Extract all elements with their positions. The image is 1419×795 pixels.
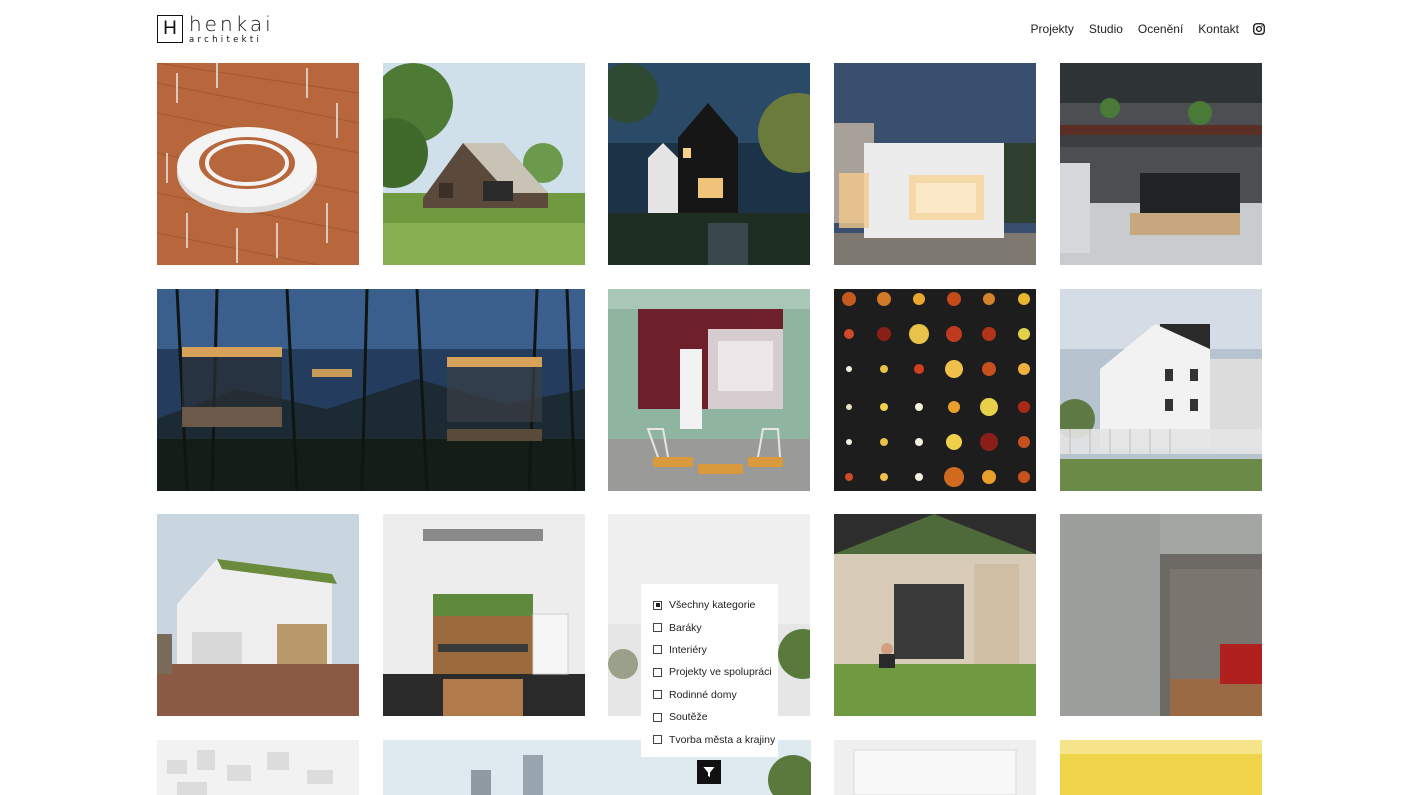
category-filter-menu: Všechny kategorie Baráky Interiéry Proje… bbox=[641, 584, 778, 757]
project-thumbnail bbox=[383, 514, 585, 716]
logo-mark: H bbox=[157, 15, 183, 43]
project-concrete-interior[interactable] bbox=[1060, 514, 1262, 716]
filter-option-label: Interiéry bbox=[669, 643, 707, 656]
project-green-roof-house[interactable] bbox=[157, 514, 359, 716]
project-colored-lights[interactable] bbox=[834, 289, 1036, 491]
logo-letter: H bbox=[163, 18, 177, 39]
checkbox-checked-mark bbox=[655, 603, 660, 608]
project-white-villa[interactable] bbox=[1060, 289, 1262, 491]
project-black-house-night[interactable] bbox=[608, 63, 810, 265]
project-industrial-interior[interactable] bbox=[1060, 63, 1262, 265]
project-thumbnail bbox=[157, 740, 359, 795]
nav-oceneni[interactable]: Ocenění bbox=[1138, 22, 1183, 36]
checkbox-icon[interactable] bbox=[653, 600, 662, 610]
nav-kontakt[interactable]: Kontakt bbox=[1198, 22, 1239, 36]
site-header: H henkai architekti Projekty Studio Ocen… bbox=[0, 0, 1419, 60]
project-u-dolejsich[interactable] bbox=[608, 289, 810, 491]
project-thumbnail bbox=[608, 289, 810, 491]
filter-option-rodinne-domy[interactable]: Rodinné domy bbox=[641, 684, 778, 706]
project-thumbnail bbox=[157, 514, 359, 716]
filter-option-label: Všechny kategorie bbox=[669, 599, 756, 612]
project-thumbnail bbox=[383, 63, 585, 265]
project-thumbnail bbox=[157, 289, 585, 491]
project-thumbnail bbox=[834, 289, 1036, 491]
logo-wordmark: henkai architekti bbox=[189, 12, 274, 45]
project-thumbnail bbox=[157, 63, 359, 265]
project-thumbnail bbox=[1060, 289, 1262, 491]
filter-option-tvorba-mesta[interactable]: Tvorba města a krajiny bbox=[641, 728, 778, 750]
project-wooden-barn-house[interactable] bbox=[383, 63, 585, 265]
checkbox-icon[interactable] bbox=[653, 623, 662, 633]
checkbox-icon[interactable] bbox=[653, 645, 662, 655]
filter-option-interiery[interactable]: Interiéry bbox=[641, 639, 778, 661]
project-thumbnail bbox=[834, 63, 1036, 265]
filter-option-souteze[interactable]: Soutěže bbox=[641, 706, 778, 728]
filter-option-label: Soutěže bbox=[669, 711, 708, 724]
project-thumbnail bbox=[1060, 740, 1262, 795]
project-white-cube-pavilion[interactable] bbox=[834, 63, 1036, 265]
project-garden-house[interactable] bbox=[834, 514, 1036, 716]
logo[interactable]: H henkai architekti bbox=[157, 12, 274, 45]
project-thumbnail bbox=[608, 63, 810, 265]
filter-option-label: Baráky bbox=[669, 621, 702, 634]
checkbox-icon[interactable] bbox=[653, 735, 662, 745]
project-kitchen-interior[interactable] bbox=[383, 514, 585, 716]
project-ring-pavilion[interactable] bbox=[157, 63, 359, 265]
logo-name: henkai bbox=[189, 12, 274, 36]
project-yellow[interactable] bbox=[1060, 740, 1262, 795]
nav-studio[interactable]: Studio bbox=[1089, 22, 1123, 36]
nav-projekty[interactable]: Projekty bbox=[1031, 22, 1074, 36]
filter-option-label: Rodinné domy bbox=[669, 688, 737, 701]
filter-option-label: Tvorba města a krajiny bbox=[669, 733, 776, 746]
project-thumbnail bbox=[1060, 514, 1262, 716]
project-thumbnail bbox=[834, 514, 1036, 716]
checkbox-icon[interactable] bbox=[653, 712, 662, 722]
project-city-model[interactable] bbox=[157, 740, 359, 795]
project-thumbnail bbox=[1060, 63, 1262, 265]
project-forest-cabins[interactable] bbox=[157, 289, 585, 491]
filter-option-label: Projekty ve spolupráci bbox=[669, 666, 772, 679]
filter-option-spoluprace[interactable]: Projekty ve spolupráci bbox=[641, 661, 778, 683]
instagram-icon[interactable] bbox=[1253, 23, 1265, 35]
project-white-room[interactable] bbox=[834, 740, 1036, 795]
main-nav: Projekty Studio Ocenění Kontakt bbox=[1016, 22, 1265, 36]
project-thumbnail bbox=[834, 740, 1036, 795]
filter-toggle-button[interactable] bbox=[697, 760, 721, 784]
checkbox-icon[interactable] bbox=[653, 667, 662, 677]
filter-option-baraky[interactable]: Baráky bbox=[641, 616, 778, 638]
logo-subtitle: architekti bbox=[189, 35, 263, 45]
filter-option-all[interactable]: Všechny kategorie bbox=[641, 594, 778, 616]
filter-funnel-icon bbox=[703, 767, 715, 777]
checkbox-icon[interactable] bbox=[653, 690, 662, 700]
